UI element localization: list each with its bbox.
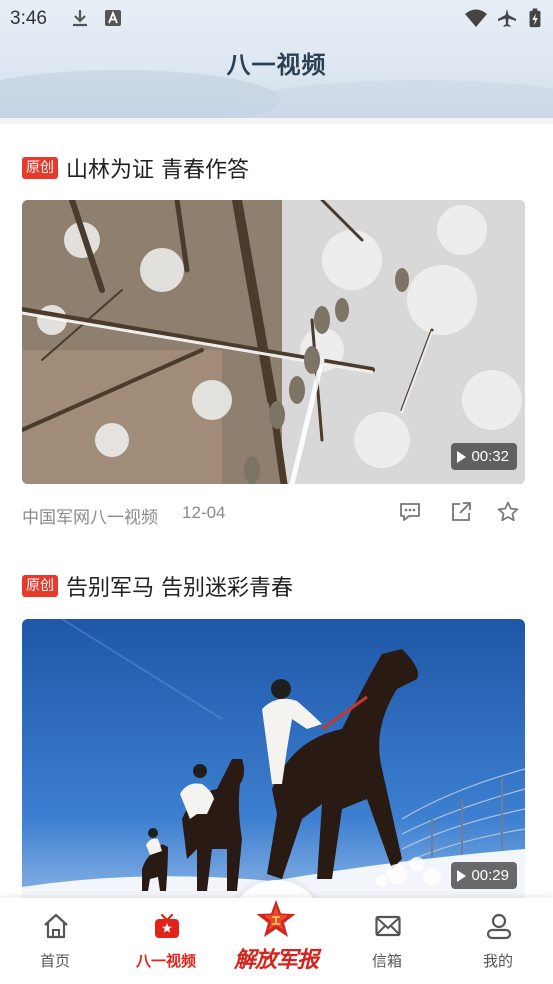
status-bar: 3:46 bbox=[0, 0, 553, 38]
video-card[interactable]: 原创 告别军马 告别迷彩青春 00:29 bbox=[22, 569, 525, 903]
horse-riders-image bbox=[22, 619, 525, 903]
card-date: 12-04 bbox=[182, 503, 226, 522]
red-star-emblem-icon bbox=[256, 900, 296, 937]
card-meta-row: 中国军网八一视频 12-04 bbox=[22, 500, 525, 528]
play-icon bbox=[457, 869, 467, 882]
brand-logo-text: 解放军报 bbox=[233, 947, 319, 973]
nav-label-mailbox: 信箱 bbox=[371, 952, 402, 970]
card-source: 中国军网八一视频 bbox=[22, 508, 158, 528]
download-icon bbox=[73, 10, 87, 27]
card-title[interactable]: 告别军马 告别迷彩青春 bbox=[66, 570, 293, 602]
comment-icon[interactable] bbox=[398, 500, 422, 524]
star-icon[interactable] bbox=[496, 500, 520, 524]
user-icon bbox=[486, 913, 512, 940]
video-duration: 00:32 bbox=[471, 448, 509, 465]
original-tag: 原创 bbox=[22, 575, 58, 597]
original-tag: 原创 bbox=[22, 157, 58, 179]
card-title[interactable]: 山林为证 青春作答 bbox=[66, 152, 249, 184]
wifi-icon bbox=[465, 9, 487, 27]
mail-icon bbox=[375, 915, 401, 937]
header-mist-decoration bbox=[230, 80, 553, 118]
video-duration-badge: 00:32 bbox=[451, 443, 517, 470]
home-icon bbox=[44, 913, 68, 939]
nav-item-home[interactable]: 首页 bbox=[5, 898, 105, 984]
nav-label-mine: 我的 bbox=[482, 952, 513, 970]
video-duration: 00:29 bbox=[471, 867, 509, 884]
battery-charging-icon bbox=[529, 8, 541, 28]
play-icon bbox=[457, 450, 467, 463]
nav-item-bayi-video[interactable]: 八一视频 bbox=[116, 898, 216, 984]
airplane-icon bbox=[498, 9, 516, 27]
video-card[interactable]: 原创 山林为证 青春作答 00:32 中国军网八一视频 12-04 bbox=[22, 150, 525, 530]
nav-label-bayi-video: 八一视频 bbox=[135, 952, 196, 970]
nav-item-mailbox[interactable]: 信箱 bbox=[337, 898, 437, 984]
section-divider bbox=[0, 118, 553, 124]
snowy-forest-image bbox=[22, 200, 525, 484]
share-icon[interactable] bbox=[449, 500, 473, 524]
tv-icon bbox=[155, 913, 179, 938]
video-thumbnail[interactable]: 00:29 bbox=[22, 619, 525, 903]
nav-label-home: 首页 bbox=[39, 952, 70, 970]
video-duration-badge: 00:29 bbox=[451, 862, 517, 889]
status-time: 3:46 bbox=[10, 8, 47, 29]
page-title: 八一视频 bbox=[226, 51, 327, 79]
video-thumbnail[interactable]: 00:32 bbox=[22, 200, 525, 484]
nav-item-mine[interactable]: 我的 bbox=[448, 898, 548, 984]
nav-item-pla-daily[interactable]: 解放军报 bbox=[226, 898, 326, 984]
card-title-row[interactable]: 原创 山林为证 青春作答 bbox=[22, 153, 249, 183]
app-header: 3:46 八一视频 bbox=[0, 0, 553, 118]
card-title-row[interactable]: 原创 告别军马 告别迷彩青春 bbox=[22, 571, 293, 601]
font-a-icon bbox=[105, 10, 121, 26]
